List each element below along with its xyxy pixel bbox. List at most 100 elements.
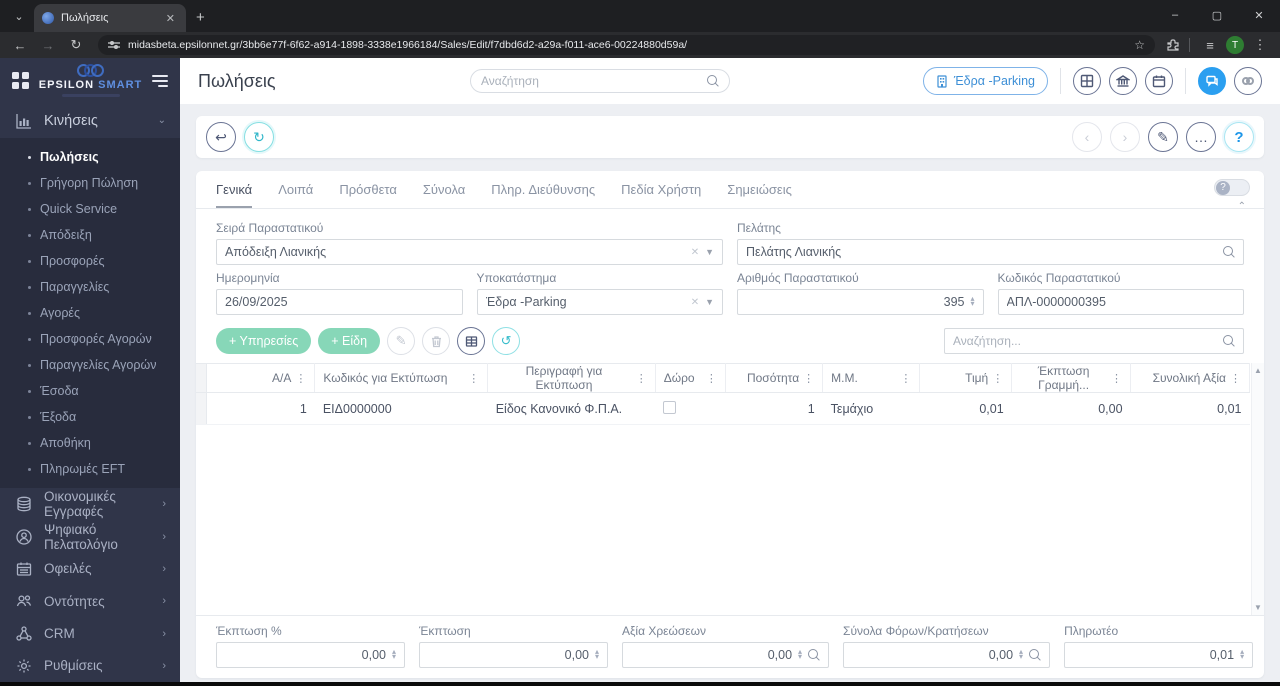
edit-line-button[interactable]: ✎ [387,327,416,355]
branch-select[interactable]: ✕ ▼ [476,289,723,315]
payable-box[interactable]: ▴▾ [1064,642,1254,668]
sidebar-section-ontotites[interactable]: Οντότητες › [0,585,180,617]
tab-search-icon[interactable]: ⌄ [6,3,32,29]
apps-grid-icon[interactable] [12,72,29,89]
doc-code-input[interactable] [1006,295,1235,309]
spinner-icon[interactable]: ▴ ▾ [1019,648,1023,660]
date-input[interactable] [225,295,454,309]
site-settings-icon[interactable] [108,40,120,50]
help-button[interactable]: ? [1224,122,1254,152]
prev-record-button[interactable]: ‹ [1072,122,1102,152]
spinner-icon[interactable]: ▴ ▾ [1240,648,1244,660]
delete-line-button[interactable] [422,327,451,355]
taxes-input[interactable] [852,648,1014,662]
charges-input[interactable] [631,648,793,662]
sidebar-item-paraggelies-agoron[interactable]: Παραγγελίες Αγορών [0,352,180,378]
discount-pct-box[interactable]: ▴▾ [216,642,406,668]
extensions-icon[interactable] [1165,37,1181,53]
chevron-down-icon[interactable]: ▼ [705,297,714,307]
spinner-icon[interactable]: ▴ ▾ [798,648,802,660]
add-services-button[interactable]: + Υπηρεσίες [216,328,312,354]
sidebar-section-pelatologio[interactable]: Ψηφιακό Πελατολόγιο › [0,521,180,553]
sidebar-item-grigori-polisi[interactable]: Γρήγορη Πώληση [0,170,180,196]
next-record-button[interactable]: › [1110,122,1140,152]
profile-avatar[interactable]: T [1226,36,1244,54]
sidebar-section-ofeiles[interactable]: Οφειλές › [0,553,180,585]
series-input[interactable] [225,245,685,259]
charges-box[interactable]: ▴▾ [622,642,830,668]
clear-icon[interactable]: ✕ [691,247,699,258]
branch-input[interactable] [485,295,685,309]
bank-button[interactable] [1109,67,1137,95]
grid-view-button[interactable] [457,327,486,355]
tab-close-icon[interactable]: ✕ [163,11,178,26]
spinner-icon[interactable]: ▴ ▾ [595,648,599,660]
col-price[interactable]: Τιμή ⋮ [919,363,1013,393]
sidebar-item-prosfores[interactable]: Προσφορές [0,248,180,274]
discount-input[interactable] [428,648,590,662]
help-toggle[interactable]: ? [1214,179,1250,196]
tab-genika[interactable]: Γενικά [216,182,253,208]
new-tab-button[interactable]: + [196,9,205,26]
doc-code-box[interactable] [997,289,1244,315]
sidebar-item-apothiki[interactable]: Αποθήκη [0,430,180,456]
sidebar-item-agores[interactable]: Αγορές [0,300,180,326]
branch-button[interactable]: Έδρα -Parking [922,67,1048,95]
browser-tab[interactable]: Πωλήσεις ✕ [34,4,186,32]
series-select[interactable]: ✕ ▼ [216,239,723,265]
col-code[interactable]: Κωδικός για Εκτύπωση ⋮ [314,363,489,393]
column-menu-icon[interactable]: ⋮ [468,372,479,385]
col-desc[interactable]: Περιγραφή για Εκτύπωση ⋮ [487,363,656,393]
customer-lookup[interactable] [737,239,1244,265]
col-qty[interactable]: Ποσότητα ⋮ [725,363,824,393]
browser-menu-icon[interactable]: ⋮ [1248,37,1272,53]
tab-simeioseis[interactable]: Σημειώσεις [727,182,792,208]
spinner-icon[interactable]: ▴ ▾ [392,648,396,660]
column-menu-icon[interactable]: ⋮ [803,372,814,385]
tab-prostheta[interactable]: Πρόσθετα [339,182,397,208]
tab-pedia-xristi[interactable]: Πεδία Χρήστη [621,182,701,208]
collapse-chevron-icon[interactable]: ⌃ [1238,201,1246,212]
sidebar-section-crm[interactable]: CRM › [0,617,180,649]
bookmark-star-icon[interactable]: ☆ [1134,38,1145,52]
chat-button[interactable] [1198,67,1226,95]
global-search[interactable] [470,69,730,93]
sidebar-group-kiniseis[interactable]: Κινήσεις ⌄ [0,103,180,138]
gift-checkbox[interactable] [663,400,677,414]
forward-icon[interactable]: → [36,38,60,53]
column-menu-icon[interactable]: ⋮ [706,372,717,385]
chevron-down-icon[interactable]: ▼ [705,247,714,257]
minimize-button[interactable]: – [1154,0,1196,30]
clear-icon[interactable]: ✕ [691,297,699,308]
column-menu-icon[interactable]: ⋮ [992,372,1003,385]
reload-icon[interactable]: ↻ [64,37,88,53]
epsilon-account-button[interactable] [1234,67,1262,95]
sidebar-item-quick-service[interactable]: Quick Service [0,196,180,222]
search-icon[interactable] [1223,246,1235,258]
spinner-icon[interactable]: ▴ ▾ [970,295,974,307]
maximize-button[interactable]: ▢ [1196,0,1238,30]
add-items-button[interactable]: + Είδη [318,328,381,354]
sidebar-item-exoda[interactable]: Έξοδα [0,404,180,430]
col-mm[interactable]: Μ.Μ. ⋮ [822,363,921,393]
payable-input[interactable] [1073,648,1235,662]
column-menu-icon[interactable]: ⋮ [1111,372,1122,385]
date-input-box[interactable] [216,289,463,315]
lines-search[interactable] [944,328,1244,354]
vertical-scrollbar[interactable]: ▲ ▼ [1251,363,1264,615]
sidebar-item-pliromes-eft[interactable]: Πληρωμές EFT [0,456,180,482]
refresh-button[interactable]: ↻ [244,122,274,152]
col-gift[interactable]: Δώρο ⋮ [655,363,726,393]
search-icon[interactable] [1029,649,1041,661]
col-total[interactable]: Συνολική Αξία ⋮ [1130,363,1250,393]
sidebar-item-poliseis[interactable]: Πωλήσεις [0,144,180,170]
more-button[interactable]: … [1186,122,1216,152]
history-button[interactable]: ↺ [492,327,521,355]
search-icon[interactable] [808,649,820,661]
sidebar-item-prosfores-agoron[interactable]: Προσφορές Αγορών [0,326,180,352]
column-menu-icon[interactable]: ⋮ [1230,372,1241,385]
back-icon[interactable]: ← [8,38,32,53]
back-button[interactable]: ↩ [206,122,236,152]
col-line-discount[interactable]: Έκπτωση Γραμμή... ⋮ [1011,363,1132,393]
lines-search-input[interactable] [953,334,1217,348]
